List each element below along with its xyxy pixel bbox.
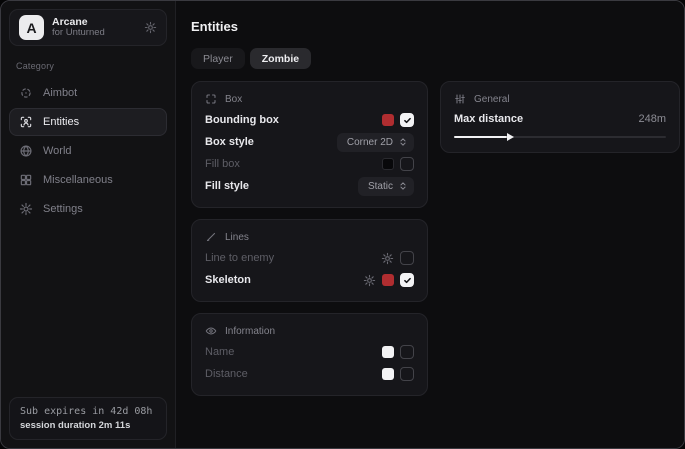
color-swatch[interactable] [382, 274, 394, 286]
setting-row-bounding-box: Bounding box [205, 109, 414, 131]
lines-card-header: Lines [205, 231, 414, 243]
left-column: Box Bounding box Box style [191, 81, 428, 396]
chevrons-up-down-icon [398, 181, 408, 191]
eye-icon [205, 325, 217, 337]
color-swatch[interactable] [382, 114, 394, 126]
row-settings-gear-icon[interactable] [381, 252, 394, 265]
setting-label: Line to enemy [205, 252, 274, 264]
sidebar-item-settings[interactable]: Settings [9, 195, 167, 223]
app-window: A Arcane for Unturned Category [0, 0, 685, 449]
setting-row-skeleton: Skeleton [205, 269, 414, 291]
setting-label: Box style [205, 136, 254, 148]
information-card: Information Name Distance [191, 313, 428, 396]
box-card: Box Bounding box Box style [191, 81, 428, 208]
sidebar-item-entities[interactable]: Entities [9, 108, 167, 136]
fill-style-select[interactable]: Static [358, 177, 414, 196]
sidebar-item-label: Entities [43, 116, 79, 128]
setting-row-fill-style: Fill style Static [205, 175, 414, 197]
sidebar-item-label: World [43, 145, 72, 157]
gear-icon [19, 202, 33, 216]
setting-label: Max distance [454, 113, 523, 125]
select-value: Corner 2D [347, 137, 393, 148]
sidebar: A Arcane for Unturned Category [1, 1, 176, 448]
row-settings-gear-icon[interactable] [363, 274, 376, 287]
general-card: General Max distance 248m [440, 81, 680, 153]
sidebar-item-label: Settings [43, 203, 83, 215]
color-swatch[interactable] [382, 368, 394, 380]
checkbox-unchecked[interactable] [400, 345, 414, 359]
main-panel: Entities Player Zombie Box [176, 1, 684, 448]
setting-row-fill-box: Fill box [205, 153, 414, 175]
scan-corners-icon [205, 93, 217, 105]
checkbox-unchecked[interactable] [400, 367, 414, 381]
line-icon [205, 231, 217, 243]
tab-zombie[interactable]: Zombie [250, 48, 311, 69]
sidebar-item-aimbot[interactable]: Aimbot [9, 79, 167, 107]
checkbox-checked[interactable] [400, 113, 414, 127]
sub-expiry-text: Sub expires in 42d 08h [20, 406, 156, 417]
checkbox-unchecked[interactable] [400, 157, 414, 171]
max-distance-value: 248m [638, 113, 666, 125]
sidebar-item-world[interactable]: World [9, 137, 167, 165]
subscription-panel: Sub expires in 42d 08h session duration … [9, 397, 167, 440]
setting-label: Bounding box [205, 114, 279, 126]
color-swatch[interactable] [382, 346, 394, 358]
chevrons-up-down-icon [398, 137, 408, 147]
brand-card: A Arcane for Unturned [9, 9, 167, 46]
card-title: General [474, 94, 510, 105]
checkbox-unchecked[interactable] [400, 251, 414, 265]
category-label: Category [16, 61, 167, 71]
setting-label: Distance [205, 368, 248, 380]
app-subtitle: for Unturned [52, 28, 136, 39]
setting-label: Fill box [205, 158, 240, 170]
setting-row-max-distance: Max distance 248m [454, 109, 666, 129]
setting-row-box-style: Box style Corner 2D [205, 131, 414, 153]
information-card-header: Information [205, 325, 414, 337]
page-title: Entities [191, 19, 672, 34]
max-distance-slider[interactable] [454, 132, 666, 142]
brand-settings-icon[interactable] [144, 21, 157, 34]
right-column: General Max distance 248m [440, 81, 680, 153]
general-card-header: General [454, 93, 666, 105]
sidebar-nav: Aimbot Entities [9, 79, 167, 223]
sliders-icon [454, 93, 466, 105]
card-title: Information [225, 326, 275, 337]
tab-bar: Player Zombie [191, 48, 311, 69]
slider-handle[interactable] [507, 133, 514, 141]
sidebar-item-miscellaneous[interactable]: Miscellaneous [9, 166, 167, 194]
setting-label: Name [205, 346, 234, 358]
card-title: Lines [225, 232, 249, 243]
entity-scan-icon [19, 115, 33, 129]
box-card-header: Box [205, 93, 414, 105]
brand-text: Arcane for Unturned [52, 16, 136, 39]
sidebar-item-label: Aimbot [43, 87, 77, 99]
setting-label: Fill style [205, 180, 249, 192]
color-swatch[interactable] [382, 158, 394, 170]
setting-row-line-to-enemy: Line to enemy [205, 247, 414, 269]
lines-card: Lines Line to enemy [191, 219, 428, 302]
globe-icon [19, 144, 33, 158]
select-value: Static [368, 181, 393, 192]
setting-label: Skeleton [205, 274, 251, 286]
grid-icon [19, 173, 33, 187]
app-logo: A [19, 15, 44, 40]
checkbox-checked[interactable] [400, 273, 414, 287]
content-columns: Box Bounding box Box style [191, 81, 672, 396]
setting-row-distance: Distance [205, 363, 414, 385]
setting-row-name: Name [205, 341, 414, 363]
slider-fill [454, 136, 507, 138]
tab-player[interactable]: Player [191, 48, 245, 69]
card-title: Box [225, 94, 242, 105]
session-duration-text: session duration 2m 11s [20, 420, 156, 431]
sidebar-item-label: Miscellaneous [43, 174, 113, 186]
crosshair-icon [19, 86, 33, 100]
box-style-select[interactable]: Corner 2D [337, 133, 414, 152]
